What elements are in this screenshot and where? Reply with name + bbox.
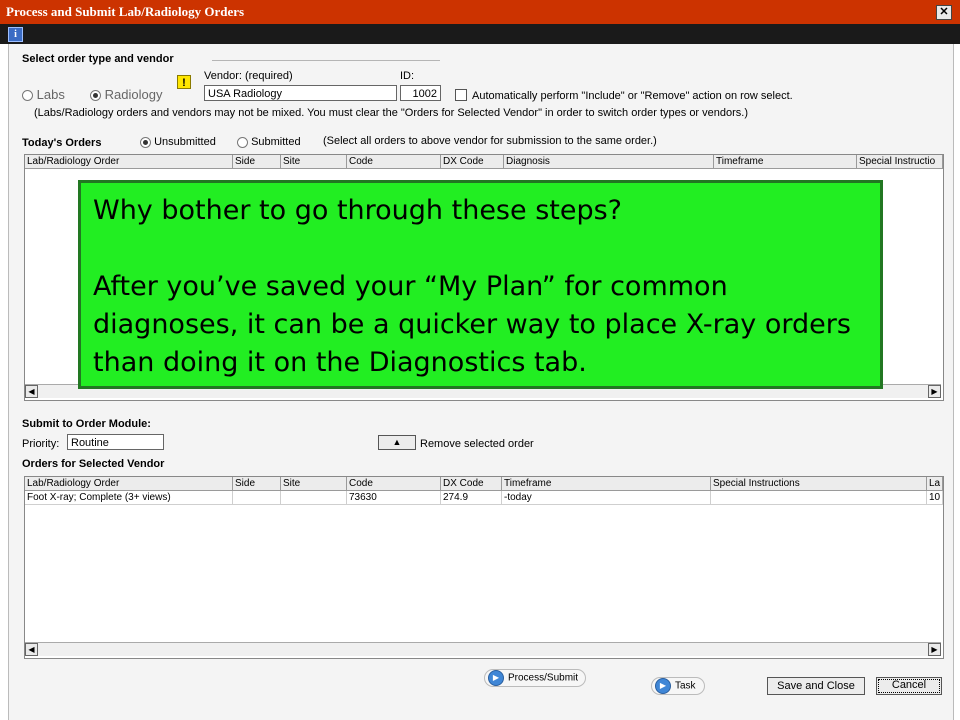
cell-site[interactable] — [281, 491, 347, 505]
labs-label: Labs — [36, 87, 65, 102]
column-header-side[interactable]: Side — [233, 155, 281, 169]
cell-special[interactable] — [711, 491, 927, 505]
remove-order-button[interactable]: ▲ — [378, 435, 416, 450]
section-divider — [212, 60, 440, 61]
column-header-site[interactable]: Site — [281, 155, 347, 169]
todays-orders-hint: (Select all orders to above vendor for s… — [323, 135, 657, 147]
column-header-dx-code[interactable]: DX Code — [441, 155, 504, 169]
todays-orders-title: Today's Orders — [22, 137, 102, 149]
window-titlebar: Process and Submit Lab/Radiology Orders … — [0, 0, 960, 25]
vendor-orders-grid[interactable]: Lab/Radiology Order Side Site Code DX Co… — [24, 476, 944, 659]
scroll-left-icon[interactable]: ◀ — [25, 643, 38, 656]
unsubmitted-radio[interactable] — [140, 136, 151, 148]
vendor-input[interactable]: USA Radiology — [204, 85, 397, 101]
task-label: Task — [675, 680, 696, 692]
cell-order[interactable]: Foot X-ray; Complete (3+ views) — [25, 491, 233, 505]
warning-icon: ! — [177, 75, 191, 89]
cell-last[interactable]: 10 — [927, 491, 943, 505]
cell-dx-code[interactable]: 274.9 — [441, 491, 502, 505]
scroll-right-icon[interactable]: ▶ — [928, 385, 941, 398]
process-submit-button[interactable]: ▶ Process/Submit — [484, 669, 586, 687]
cancel-button[interactable]: Cancel — [876, 677, 942, 695]
labs-radio-option[interactable]: Labs — [22, 87, 65, 102]
unsubmitted-radio-option[interactable]: Unsubmitted — [140, 136, 216, 148]
priority-input[interactable]: Routine — [67, 434, 164, 450]
close-icon[interactable]: ✕ — [936, 5, 952, 20]
column-header-code[interactable]: Code — [347, 155, 441, 169]
submit-module-title: Submit to Order Module: — [22, 418, 151, 430]
callout-question: Why bother to go through these steps? — [93, 195, 622, 226]
column-header-code[interactable]: Code — [347, 477, 441, 491]
vendor-orders-hscrollbar[interactable]: ◀ ▶ — [25, 642, 941, 656]
priority-label: Priority: — [22, 438, 60, 450]
id-label: ID: — [400, 70, 415, 82]
column-header-timeframe[interactable]: Timeframe — [714, 155, 857, 169]
task-arrow-icon: ▶ — [655, 678, 671, 694]
remove-order-label: Remove selected order — [420, 438, 534, 450]
window-title: Process and Submit Lab/Radiology Orders — [6, 4, 245, 19]
checkbox-box[interactable] — [455, 89, 467, 101]
info-icon[interactable]: i — [8, 27, 23, 42]
save-and-close-button[interactable]: Save and Close — [767, 677, 865, 695]
auto-action-label: Automatically perform "Include" or "Remo… — [472, 90, 793, 102]
unsubmitted-label: Unsubmitted — [154, 136, 216, 148]
annotation-callout: Why bother to go through these steps? Af… — [78, 180, 883, 389]
cell-code[interactable]: 73630 — [347, 491, 441, 505]
up-arrow-icon: ▲ — [392, 437, 402, 447]
column-header-diagnosis[interactable]: Diagnosis — [504, 155, 714, 169]
vendor-label: Vendor: (required) — [204, 70, 293, 82]
radiology-radio[interactable] — [90, 90, 101, 102]
labs-radio[interactable] — [22, 90, 33, 102]
auto-action-checkbox[interactable] — [455, 89, 467, 104]
submitted-label: Submitted — [251, 136, 301, 148]
cell-side[interactable] — [233, 491, 281, 505]
callout-explanation: After you’ve saved your “My Plan” for co… — [93, 271, 851, 378]
column-header-order[interactable]: Lab/Radiology Order — [25, 477, 233, 491]
vendor-orders-title: Orders for Selected Vendor — [22, 458, 165, 470]
task-button[interactable]: ▶ Task — [651, 677, 705, 695]
column-header-dx-code[interactable]: DX Code — [441, 477, 502, 491]
info-toolbar: i — [0, 24, 960, 44]
scroll-left-icon[interactable]: ◀ — [25, 385, 38, 398]
radiology-radio-option[interactable]: Radiology — [90, 87, 162, 102]
column-header-last[interactable]: La — [927, 477, 943, 491]
column-header-special[interactable]: Special Instructio — [857, 155, 943, 169]
submitted-radio[interactable] — [237, 136, 248, 148]
scroll-right-icon[interactable]: ▶ — [928, 643, 941, 656]
process-submit-label: Process/Submit — [508, 672, 579, 684]
column-header-timeframe[interactable]: Timeframe — [502, 477, 711, 491]
cell-timeframe[interactable]: -today — [502, 491, 711, 505]
vendor-id-input[interactable]: 1002 — [400, 85, 441, 101]
order-type-section-label: Select order type and vendor — [22, 53, 174, 65]
column-header-order[interactable]: Lab/Radiology Order — [25, 155, 233, 169]
radiology-label: Radiology — [104, 87, 163, 102]
order-type-note: (Labs/Radiology orders and vendors may n… — [34, 107, 749, 119]
column-header-site[interactable]: Site — [281, 477, 347, 491]
column-header-side[interactable]: Side — [233, 477, 281, 491]
column-header-special[interactable]: Special Instructions — [711, 477, 927, 491]
submitted-radio-option[interactable]: Submitted — [237, 136, 301, 148]
process-arrow-icon: ▶ — [488, 670, 504, 686]
